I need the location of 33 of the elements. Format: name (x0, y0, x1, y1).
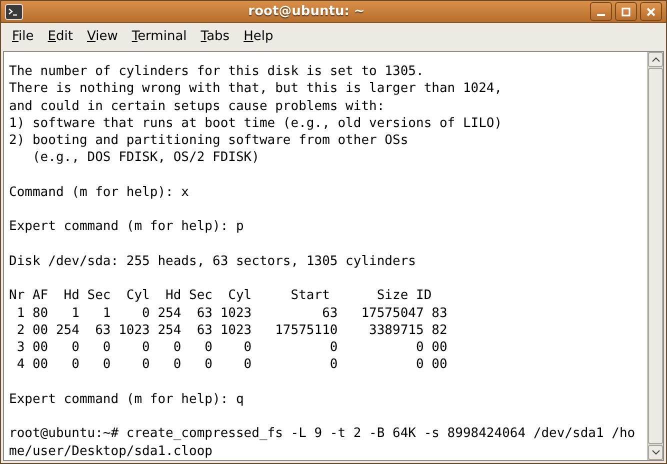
terminal-line: Nr AF Hd Sec Cyl Hd Sec Cyl Start Size ID (9, 287, 432, 304)
menu-item[interactable]: Terminal (126, 25, 193, 49)
terminal-line: Expert command (m for help): q (9, 390, 244, 408)
terminal-line: There is nothing wrong with that, but this is larger than 1024, (9, 80, 502, 98)
menu-item[interactable]: File (6, 25, 40, 49)
minimize-icon (597, 14, 605, 16)
terminal-line: Command (m for help): x (9, 184, 190, 201)
terminal-line: 1) software that runs at boot time (e.g., old versions of LILO) (9, 114, 502, 132)
maximize-button[interactable] (615, 2, 637, 21)
scroll-up-button[interactable] (648, 52, 663, 67)
maximize-icon (621, 6, 631, 16)
terminal-line: 1 80 1 1 0 254 63 1023 63 17575047 83 (16, 304, 448, 322)
terminal-line: me/user/Desktop/sda1.cloop (9, 442, 212, 460)
terminal-line: Expert command (m for help): p (9, 218, 244, 236)
terminal-line: root@ubuntu:~# create_compressed_fs -L 9 -t 2 -B 64K -s 8998424064 /dev/sda1 /ho (9, 425, 636, 442)
minimize-button[interactable] (590, 2, 612, 21)
terminal-line: (e.g., DOS FDISK, OS/2 FDISK) (31, 149, 260, 166)
close-icon (646, 6, 656, 16)
close-button[interactable] (640, 2, 662, 21)
menu-item[interactable]: View (80, 25, 124, 49)
terminal-line: 2 00 254 63 1023 254 63 1023 17575110 3389715 82 (16, 322, 448, 339)
terminal-line: 4 00 0 0 0 0 0 0 0 0 00 (16, 356, 448, 374)
terminal-line: 3 00 0 0 0 0 0 0 0 0 00 (16, 339, 448, 356)
scroll-down-button[interactable] (648, 445, 663, 460)
terminal-line: The number of cylinders for this disk is set to 1305. (9, 63, 424, 80)
terminal-icon (5, 4, 23, 20)
terminal-line: Disk /dev/sda: 255 heads, 63 sectors, 1305 cylinders (9, 252, 416, 270)
window-title: root@ubuntu: ~ (248, 2, 365, 21)
menu-item[interactable]: Tabs (194, 25, 236, 49)
menu-item[interactable]: Help (238, 25, 280, 49)
terminal-line: 2) booting and partitioning software from other OSs (9, 132, 408, 150)
terminal-line: and could in certain setups cause problems with: (9, 98, 385, 115)
menu-item[interactable]: Edit (42, 25, 79, 49)
